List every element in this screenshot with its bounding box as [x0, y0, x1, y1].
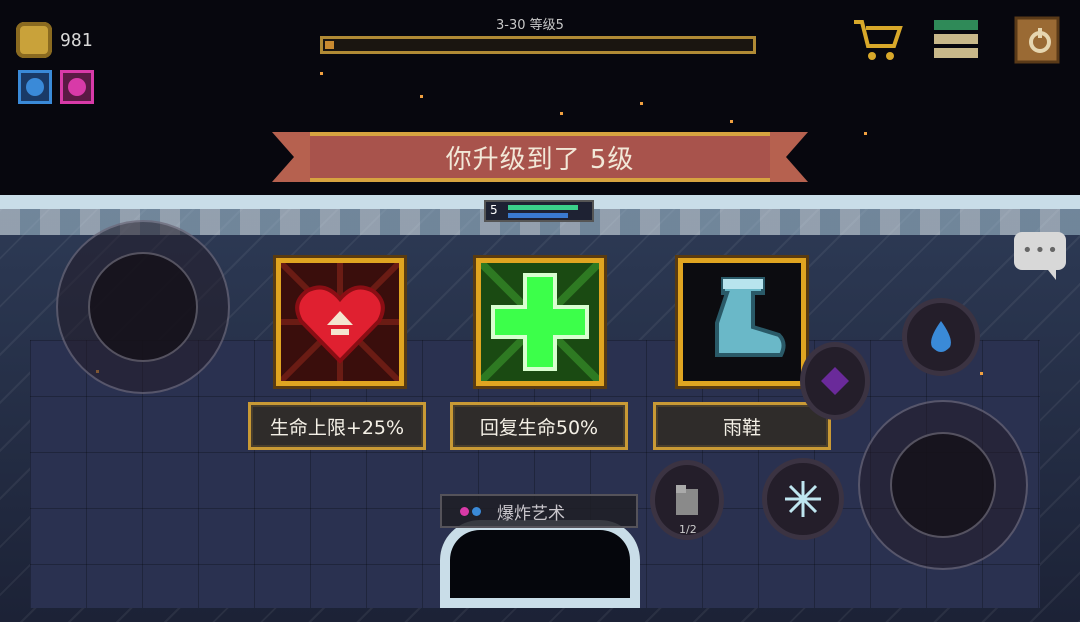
star — [730, 120, 733, 123]
menu-stack-icon[interactable] — [930, 14, 982, 66]
xp-bar-fill — [325, 41, 334, 49]
pause-book-icon[interactable] — [1012, 14, 1064, 66]
choice-card-heal[interactable] — [476, 258, 604, 386]
dark-pit — [440, 520, 640, 608]
stage-level-label: 3-30 等级5 — [496, 18, 564, 33]
heart-up-icon — [281, 263, 399, 381]
snowflake-icon — [785, 481, 821, 517]
star — [560, 112, 563, 115]
ammo-count: 1/2 — [679, 523, 697, 536]
player-energy-bar — [508, 213, 568, 218]
player-hp-bar — [508, 205, 578, 210]
rain-boot-icon — [683, 263, 801, 381]
choice-label-rain-boots[interactable]: 雨鞋 — [653, 402, 831, 450]
weapon-dot-pink — [460, 506, 469, 516]
coin-count: 981 — [60, 30, 93, 51]
player-status-bar: 5 — [484, 200, 594, 222]
shop-cart-icon[interactable] — [852, 14, 904, 66]
star — [980, 372, 983, 375]
banner-tail-left — [272, 132, 314, 182]
attack-knob[interactable] — [890, 432, 996, 538]
coin-icon — [16, 22, 52, 58]
choice-label-heal[interactable]: 回复生命50% — [450, 402, 628, 450]
water-drop-icon — [931, 321, 951, 352]
level-up-text: 你升级到了 5级 — [445, 144, 635, 175]
xp-bar — [320, 36, 756, 54]
level-up-banner: 你升级到了 5级 — [272, 128, 808, 186]
armor-icon — [676, 485, 698, 515]
star — [320, 72, 323, 75]
joystick-knob[interactable] — [88, 252, 198, 362]
attack-joystick[interactable] — [858, 400, 1028, 570]
buff-pink-icon[interactable] — [60, 70, 94, 104]
skill-button[interactable] — [902, 298, 980, 376]
choice-card-max-hp[interactable] — [276, 258, 404, 386]
choice-card-rain-boots[interactable] — [678, 258, 806, 386]
star — [864, 132, 867, 135]
green-cross-icon — [481, 263, 599, 381]
diamond-icon — [821, 367, 849, 395]
star — [420, 95, 423, 98]
movement-joystick[interactable] — [56, 220, 230, 394]
choice-label-max-hp[interactable]: 生命上限+25% — [248, 402, 426, 450]
banner-tail-right — [766, 132, 808, 182]
star — [640, 102, 643, 105]
banner-ribbon: 你升级到了 5级 — [310, 132, 770, 182]
weapon-dot-blue — [472, 506, 481, 516]
buff-blue-icon[interactable] — [18, 70, 52, 104]
swap-weapon-button[interactable] — [800, 342, 870, 420]
player-level: 5 — [490, 203, 498, 217]
weapon-name-tag: 爆炸艺术 — [440, 494, 638, 528]
ammo-button[interactable]: 1/2 — [650, 460, 724, 540]
snowflake-skill-button[interactable] — [762, 458, 844, 540]
weapon-name: 爆炸艺术 — [497, 503, 565, 524]
chat-bubble-icon[interactable]: ••• — [1014, 232, 1066, 280]
